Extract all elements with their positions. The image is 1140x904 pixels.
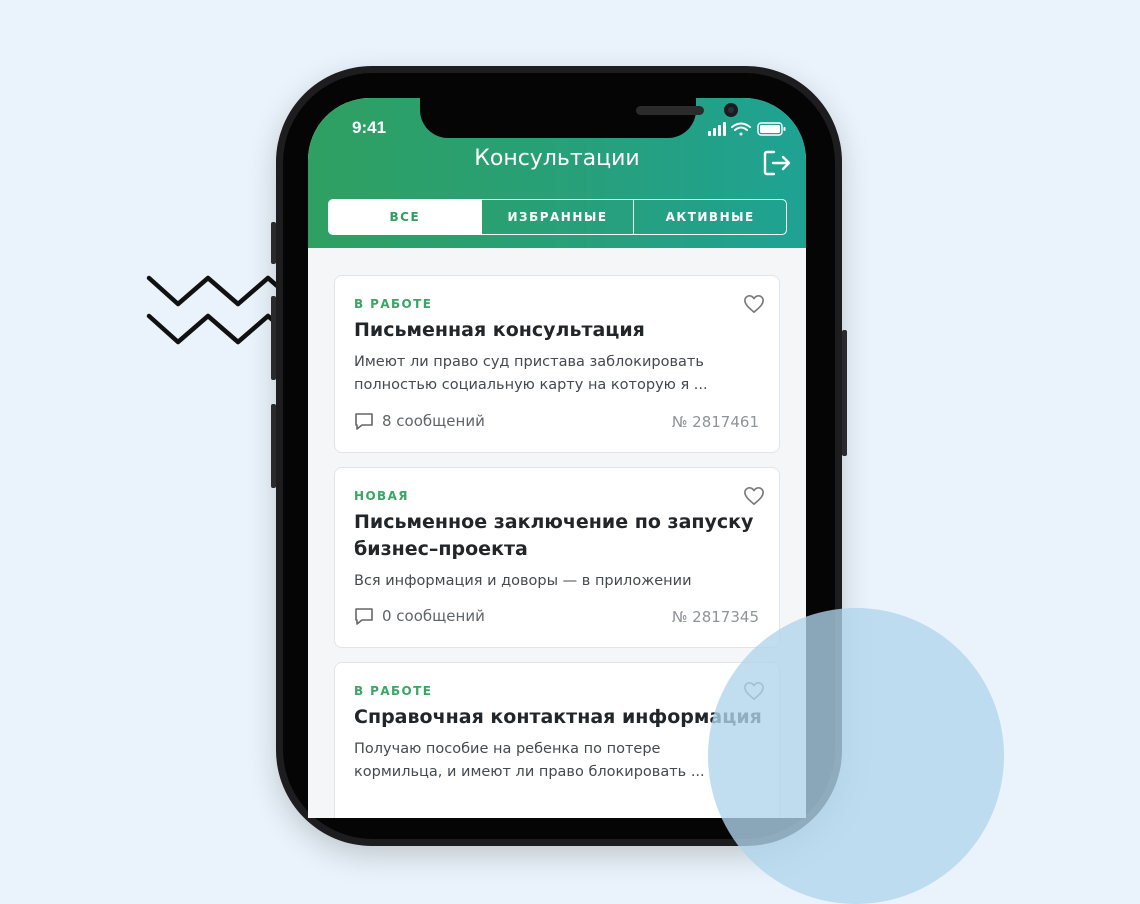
- phone-notch: [420, 98, 738, 138]
- status-label: В РАБОТЕ: [354, 684, 433, 698]
- logout-icon[interactable]: [762, 148, 792, 178]
- messages-count: 8 сообщений: [354, 411, 485, 431]
- speaker-grille: [636, 106, 704, 115]
- status-icons: [708, 122, 786, 136]
- phone-side-button: [271, 404, 276, 488]
- phone-side-button: [271, 296, 276, 380]
- phone-side-button: [271, 222, 276, 264]
- filter-tabs: ВСЕ ИЗБРАННЫЕ АКТИВНЫЕ: [328, 199, 787, 235]
- heart-icon[interactable]: [743, 294, 765, 314]
- page-title: Консультации: [474, 146, 640, 171]
- card-description: Получаю пособие на ребенка по потере кор…: [354, 741, 705, 780]
- signal-icon: [708, 122, 726, 136]
- status-label: В РАБОТЕ: [354, 297, 433, 311]
- tab-all[interactable]: ВСЕ: [329, 200, 481, 234]
- chat-icon: [355, 413, 373, 430]
- consultation-card[interactable]: НОВАЯ Письменное заключение по запуску б…: [334, 467, 780, 648]
- status-time: 9:41: [352, 118, 387, 137]
- heart-icon[interactable]: [743, 486, 765, 506]
- messages-count: 0 сообщений: [354, 606, 485, 626]
- app-header: 9:41 Консультации ВСЕ ИЗБРАННЫЕ АКТИВНЫЕ: [308, 98, 806, 248]
- card-title: Письменная консультация: [354, 319, 645, 341]
- chat-icon: [355, 608, 373, 625]
- messages-label: 0 сообщений: [382, 607, 485, 625]
- decorative-circle: [708, 608, 1004, 904]
- tab-active[interactable]: АКТИВНЫЕ: [633, 200, 786, 234]
- card-description: Имеют ли право суд пристава заблокироват…: [354, 354, 708, 393]
- status-label: НОВАЯ: [354, 489, 409, 503]
- card-title: Справочная контактная информация: [354, 706, 762, 728]
- front-camera: [724, 103, 738, 117]
- consultation-number: № 2817345: [671, 608, 759, 626]
- messages-label: 8 сообщений: [382, 412, 485, 430]
- consultation-card[interactable]: В РАБОТЕ Письменная консультация Имеют л…: [334, 275, 780, 453]
- card-description: Вся информация и доворы — в приложении: [354, 573, 692, 589]
- card-title: Письменное заключение по запуску бизнес–…: [354, 511, 754, 560]
- tab-favorites[interactable]: ИЗБРАННЫЕ: [480, 200, 634, 234]
- phone-side-button: [842, 330, 847, 456]
- wifi-icon: [731, 122, 751, 136]
- battery-icon: [757, 122, 786, 136]
- consultation-number: № 2817461: [671, 413, 759, 431]
